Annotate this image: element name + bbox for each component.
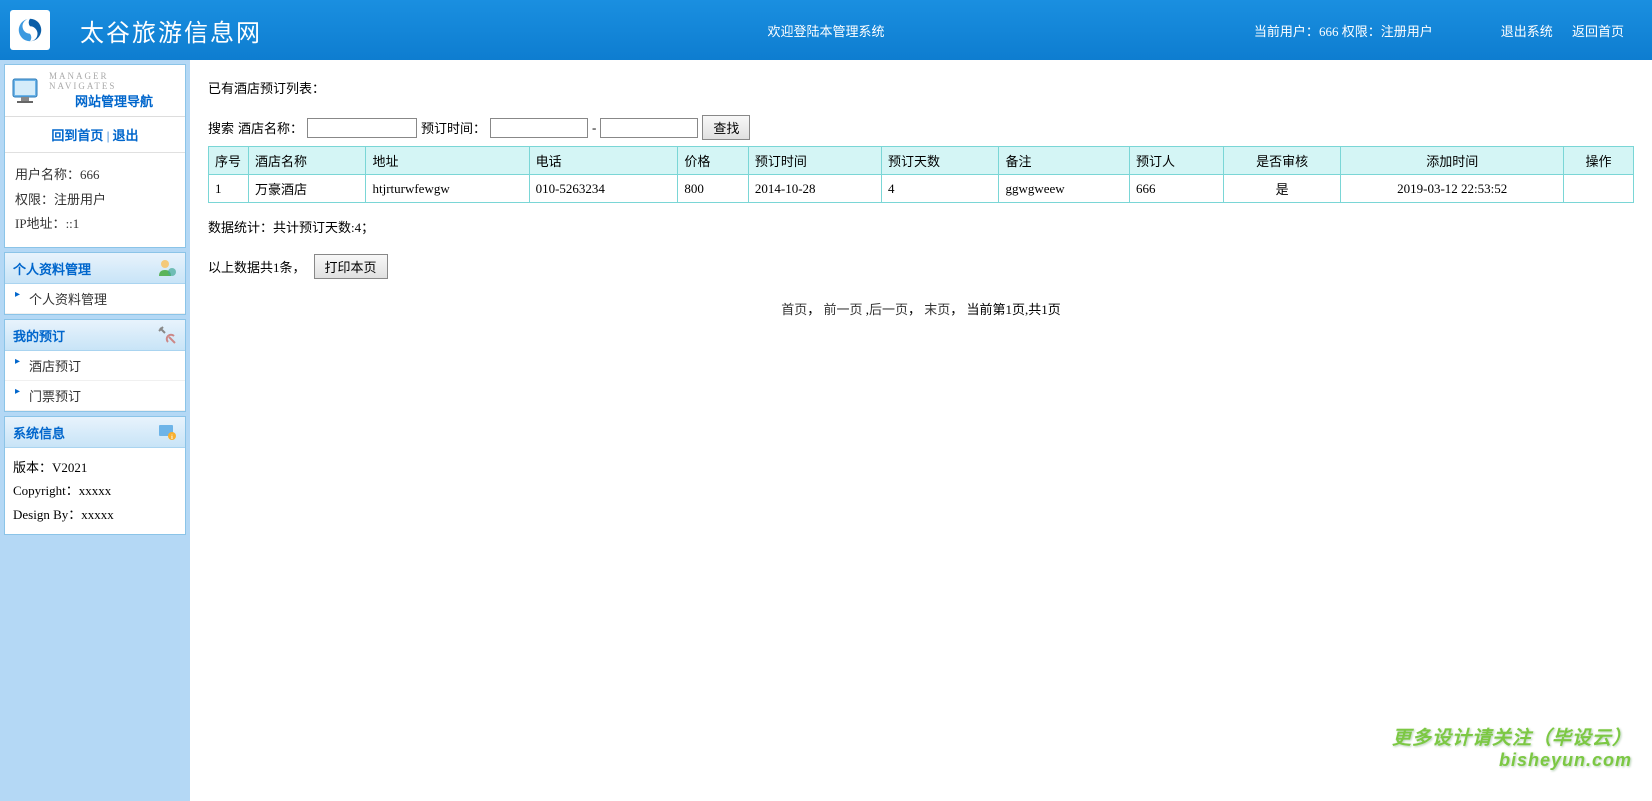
perm-label: 权限： (15, 192, 54, 207)
info-icon: i (157, 422, 177, 442)
list-title: 已有酒店预订列表： (208, 78, 1634, 97)
user-icon (157, 258, 177, 278)
hotel-name-input[interactable] (307, 118, 417, 138)
table-header-row: 序号 酒店名称 地址 电话 价格 预订时间 预订天数 备注 预订人 是否审核 添… (209, 147, 1634, 175)
page-next[interactable]: 后一页 (869, 302, 908, 317)
logo-icon (10, 10, 50, 50)
ip-value: ::1 (66, 216, 80, 231)
cell-booker: 666 (1129, 175, 1223, 203)
print-button[interactable]: 打印本页 (314, 254, 388, 279)
user-info-block: 用户名称：666 权限：注册用户 IP地址：::1 (5, 153, 185, 247)
cell-audited: 是 (1223, 175, 1340, 203)
nav-title: 网站管理导航 (49, 91, 179, 110)
cell-price: 800 (678, 175, 749, 203)
th-booker: 预订人 (1129, 147, 1223, 175)
cell-addtime: 2019-03-12 22:53:52 (1341, 175, 1564, 203)
th-price: 价格 (678, 147, 749, 175)
section-title: 个人资料管理 (13, 259, 91, 278)
perm-value: 注册用户 (54, 192, 106, 207)
cell-seq: 1 (209, 175, 249, 203)
exit-link[interactable]: 退出 (113, 128, 139, 143)
search-bar: 搜索 酒店名称： 预订时间： - 查找 (208, 115, 1634, 140)
summary-row: 以上数据共1条， 打印本页 (208, 254, 1634, 279)
pagination: 首页， 前一页 ,后一页， 末页， 当前第1页,共1页 (208, 299, 1634, 318)
table-row: 1 万豪酒店 htjrturwfewgw 010-5263234 800 201… (209, 175, 1634, 203)
back-home-link[interactable]: 回到首页 (51, 128, 103, 143)
top-header: 太谷旅游信息网 欢迎登陆本管理系统 当前用户：666 权限：注册用户 退出系统 … (0, 0, 1652, 60)
th-seq: 序号 (209, 147, 249, 175)
menu-profile-manage[interactable]: 个人资料管理 (5, 284, 185, 314)
section-sysinfo[interactable]: 系统信息 i (5, 417, 185, 448)
home-link[interactable]: 返回首页 (1572, 24, 1624, 39)
logout-link[interactable]: 退出系统 (1501, 24, 1553, 39)
design-by: Design By：xxxxx (13, 503, 177, 526)
sidebar: MANAGER NAVIGATES 网站管理导航 回到首页 | 退出 用户名称：… (0, 60, 190, 801)
stats-line: 数据统计：共计预订天数:4； (208, 217, 1634, 236)
version-label: 版本： (13, 460, 52, 475)
nav-header: MANAGER NAVIGATES 网站管理导航 (5, 65, 185, 117)
version-value: V2021 (52, 460, 87, 475)
th-op: 操作 (1564, 147, 1634, 175)
nav-subtitle: MANAGER NAVIGATES (49, 71, 179, 91)
th-booktime: 预订时间 (748, 147, 881, 175)
sys-info-block: 版本：V2021 Copyright：xxxxx Design By：xxxxx (5, 448, 185, 534)
cell-booktime: 2014-10-28 (748, 175, 881, 203)
cell-hotel: 万豪酒店 (249, 175, 366, 203)
page-prev[interactable]: 前一页 (823, 302, 862, 317)
menu-hotel-booking[interactable]: 酒店预订 (5, 351, 185, 381)
username-label: 用户名称： (15, 167, 80, 182)
site-title: 太谷旅游信息网 (80, 13, 262, 48)
cell-addr: htjrturwfewgw (366, 175, 529, 203)
section-title: 系统信息 (13, 423, 65, 442)
header-user-info: 当前用户：666 权限：注册用户 (1254, 21, 1433, 40)
tools-icon (157, 325, 177, 345)
search-label: 搜索 (208, 118, 234, 137)
user-label: 当前用户： (1254, 24, 1319, 39)
th-days: 预订天数 (881, 147, 998, 175)
sidebar-top-links: 回到首页 | 退出 (5, 117, 185, 153)
cell-remark: ggwgweew (999, 175, 1130, 203)
copyright: Copyright：xxxxx (13, 479, 177, 502)
th-hotel: 酒店名称 (249, 147, 366, 175)
book-time-label: 预订时间： (421, 118, 486, 137)
th-remark: 备注 (999, 147, 1130, 175)
perm-label: 权限： (1342, 24, 1381, 39)
main-content: 已有酒店预订列表： 搜索 酒店名称： 预订时间： - 查找 序号 酒店名称 地址… (190, 60, 1652, 801)
th-audited: 是否审核 (1223, 147, 1340, 175)
monitor-icon (11, 77, 43, 105)
section-bookings[interactable]: 我的预订 (5, 320, 185, 351)
welcome-text: 欢迎登陆本管理系统 (767, 21, 884, 40)
date-separator: - (592, 120, 596, 136)
menu-ticket-booking[interactable]: 门票预订 (5, 381, 185, 411)
cell-op[interactable] (1564, 175, 1634, 203)
section-profile[interactable]: 个人资料管理 (5, 253, 185, 284)
header-links: 退出系统 返回首页 (1493, 21, 1632, 40)
summary-text: 以上数据共1条， (208, 257, 306, 276)
th-addr: 地址 (366, 147, 529, 175)
date-to-input[interactable] (600, 118, 698, 138)
section-title: 我的预订 (13, 326, 65, 345)
perm-value: 注册用户 (1381, 24, 1433, 39)
cell-days: 4 (881, 175, 998, 203)
th-addtime: 添加时间 (1341, 147, 1564, 175)
page-current: 当前第1页,共1页 (967, 302, 1061, 317)
hotel-name-label: 酒店名称： (238, 118, 303, 137)
username-value: 666 (80, 167, 100, 182)
page-first[interactable]: 首页 (781, 302, 807, 317)
booking-table: 序号 酒店名称 地址 电话 价格 预订时间 预订天数 备注 预订人 是否审核 添… (208, 146, 1634, 203)
search-button[interactable]: 查找 (702, 115, 750, 140)
separator: | (107, 128, 110, 143)
th-phone: 电话 (529, 147, 678, 175)
date-from-input[interactable] (490, 118, 588, 138)
ip-label: IP地址： (15, 216, 66, 231)
cell-phone: 010-5263234 (529, 175, 678, 203)
page-last[interactable]: 末页 (924, 302, 950, 317)
user-value: 666 (1319, 24, 1339, 39)
